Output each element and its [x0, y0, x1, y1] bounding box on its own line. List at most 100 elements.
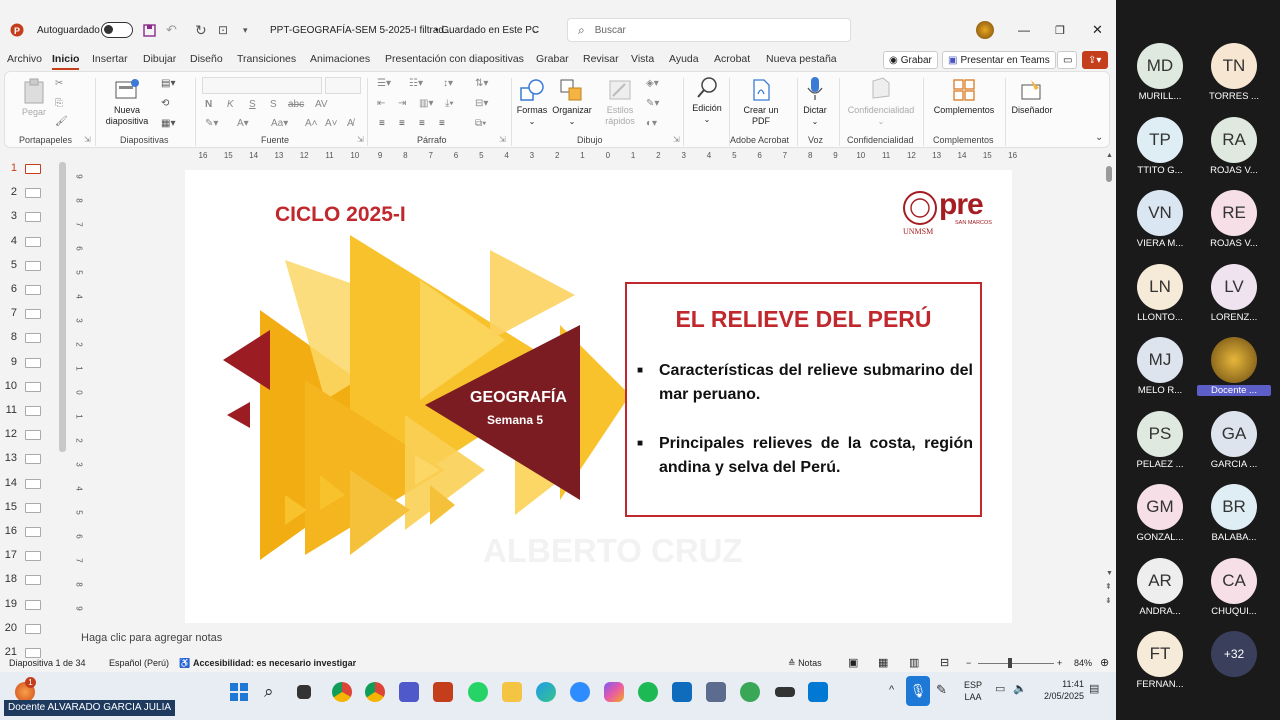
powerpoint-icon[interactable]	[433, 682, 453, 702]
edge-icon[interactable]	[536, 682, 556, 702]
language-switch[interactable]: ESP LAA	[964, 679, 982, 703]
pen-icon[interactable]: ✎	[936, 682, 947, 698]
slide-thumbnail[interactable]	[25, 381, 41, 392]
search-icon[interactable]: ⌕	[264, 682, 284, 702]
tab-presentacion[interactable]: Presentación con diapositivas	[385, 53, 524, 65]
tab-inicio[interactable]: Inicio	[52, 53, 80, 70]
layout-icon[interactable]: ▤▾	[161, 78, 175, 89]
microphone-icon[interactable]: 🎙	[906, 676, 930, 706]
participant-tile[interactable]: LV LORENZ...	[1197, 263, 1271, 336]
reset-icon[interactable]: ⟲	[161, 98, 169, 109]
cut-icon[interactable]: ✂	[55, 78, 63, 89]
underline-icon[interactable]: S	[249, 99, 256, 110]
participant-tile[interactable]: VN VIERA M...	[1123, 190, 1197, 262]
tab-insertar[interactable]: Insertar	[92, 53, 128, 65]
participant-tile[interactable]: BR BALABA...	[1197, 484, 1271, 556]
font-color-icon[interactable]: A▾	[237, 118, 249, 129]
participant-tile[interactable]: +32	[1197, 631, 1271, 703]
tab-revisar[interactable]: Revisar	[583, 53, 619, 65]
portapapeles-launcher-icon[interactable]: ⇲	[84, 135, 91, 144]
quick-styles-button[interactable]: Estilos rápidos	[597, 78, 643, 127]
participant-tile[interactable]: TP TTITO G...	[1123, 116, 1197, 189]
increase-indent-icon[interactable]: ⇥	[398, 98, 406, 109]
shrink-font-icon[interactable]: A˅	[325, 118, 338, 129]
notifications-icon[interactable]: ▤	[1089, 682, 1099, 695]
participant-tile[interactable]: PS PELAEZ ...	[1123, 410, 1197, 483]
slide-thumbnail[interactable]	[25, 478, 41, 489]
shapes-button[interactable]: Formas ⌄	[514, 78, 550, 127]
font-family-select[interactable]	[202, 77, 322, 94]
fuente-launcher-icon[interactable]: ⇲	[357, 135, 364, 144]
comments-icon[interactable]: ▭	[1057, 51, 1077, 69]
bullets-icon[interactable]: ☰▾	[377, 78, 391, 89]
participant-tile[interactable]: AR ANDRA...	[1123, 557, 1197, 630]
control-panel-icon[interactable]	[706, 682, 726, 702]
participant-tile[interactable]: RA ROJAS V...	[1197, 116, 1271, 189]
customize-toolbar-icon[interactable]: ▾	[243, 11, 248, 49]
teams-icon[interactable]	[399, 682, 419, 702]
slide-thumbnail[interactable]	[25, 551, 41, 562]
slide-thumbnail[interactable]	[25, 212, 41, 223]
minimize-icon[interactable]: —	[1018, 11, 1030, 49]
clock[interactable]: 11:41 2/05/2025	[1036, 678, 1084, 702]
text-direction-icon[interactable]: ⤓▾	[445, 98, 454, 109]
font-size-select[interactable]	[325, 77, 361, 94]
tab-grabar[interactable]: Grabar	[536, 53, 569, 65]
chevron-down-icon[interactable]: ⌄	[532, 11, 540, 49]
highlight-icon[interactable]: ✎▾	[205, 118, 218, 129]
create-pdf-button[interactable]: Crear un PDF	[739, 78, 783, 127]
slideshow-view-icon[interactable]: ⊟	[940, 656, 949, 669]
participant-tile[interactable]: LN LLONTO...	[1123, 263, 1197, 336]
notes-button[interactable]: ≙ Notas	[788, 658, 822, 669]
tab-ayuda[interactable]: Ayuda	[669, 53, 699, 65]
tab-archivo[interactable]: Archivo	[7, 53, 42, 65]
accessibility-status[interactable]: Accesibilidad: es necesario investigar	[193, 658, 356, 668]
slide-thumbnail[interactable]	[25, 333, 41, 344]
restore-icon[interactable]: ❐	[1055, 11, 1065, 49]
slide-thumbnail[interactable]	[25, 454, 41, 465]
participant-tile[interactable]: MJ MELO R...	[1123, 337, 1197, 409]
close-icon[interactable]: ✕	[1092, 11, 1103, 49]
slide-thumbnail[interactable]	[25, 502, 41, 513]
shadow-icon[interactable]: S	[270, 99, 277, 110]
sort-icon[interactable]: ⇅▾	[475, 78, 488, 89]
search-input[interactable]: ⌕ Buscar	[567, 18, 851, 42]
next-slide-icon[interactable]: ⇟	[1105, 596, 1112, 605]
slide-canvas[interactable]: CICLO 2025-I pre SAN MARCOS UNMSM GEOGRA…	[185, 170, 1012, 623]
redo-icon[interactable]: ↻	[195, 11, 207, 49]
slide-thumbnail[interactable]	[25, 599, 41, 610]
align-left-icon[interactable]: ≡	[379, 118, 385, 129]
participant-tile[interactable]: GM GONZAL...	[1123, 484, 1197, 556]
format-painter-icon[interactable]: 🖌	[55, 116, 68, 127]
windows-start-icon[interactable]	[229, 682, 249, 702]
slide-thumbnail[interactable]	[25, 236, 41, 247]
present-in-teams-button[interactable]: ▣ Presentar en Teams	[942, 51, 1056, 69]
zoom-out-icon[interactable]: −	[966, 658, 971, 668]
align-text-icon[interactable]: ⊟▾	[475, 98, 488, 109]
zoom-in-icon[interactable]: +	[1057, 658, 1062, 668]
decrease-indent-icon[interactable]: ⇤	[377, 98, 385, 109]
zoom-icon[interactable]	[570, 682, 590, 702]
tab-vista[interactable]: Vista	[631, 53, 654, 65]
spotify-icon[interactable]	[638, 682, 658, 702]
tab-diseno[interactable]: Diseño	[190, 53, 223, 65]
sensitivity-button[interactable]: Confidencialidad ⌄	[843, 76, 919, 127]
thumbnail-scrollbar[interactable]	[59, 162, 66, 452]
collapse-ribbon-icon[interactable]: ⌄	[1095, 132, 1103, 143]
slide-thumbnail[interactable]	[25, 188, 41, 199]
grow-font-icon[interactable]: A˄	[305, 118, 318, 129]
tab-transiciones[interactable]: Transiciones	[237, 53, 296, 65]
tab-acrobat[interactable]: Acrobat	[714, 53, 750, 65]
parrafo-launcher-icon[interactable]: ⇲	[499, 135, 506, 144]
zoom-slider[interactable]	[978, 663, 1054, 664]
participant-tile[interactable]: TN TORRES ...	[1197, 43, 1271, 115]
app-icon[interactable]	[740, 682, 760, 702]
bold-icon[interactable]: N	[205, 99, 212, 110]
fit-to-window-icon[interactable]: ⊕	[1100, 656, 1109, 669]
italic-icon[interactable]: K	[227, 99, 234, 110]
copilot-icon[interactable]	[604, 682, 624, 702]
slide-thumbnail[interactable]	[25, 430, 41, 441]
shape-fill-icon[interactable]: ◈▾	[646, 78, 659, 89]
app-icon[interactable]	[775, 687, 795, 697]
smartart-icon[interactable]: ⧉▾	[475, 118, 486, 129]
